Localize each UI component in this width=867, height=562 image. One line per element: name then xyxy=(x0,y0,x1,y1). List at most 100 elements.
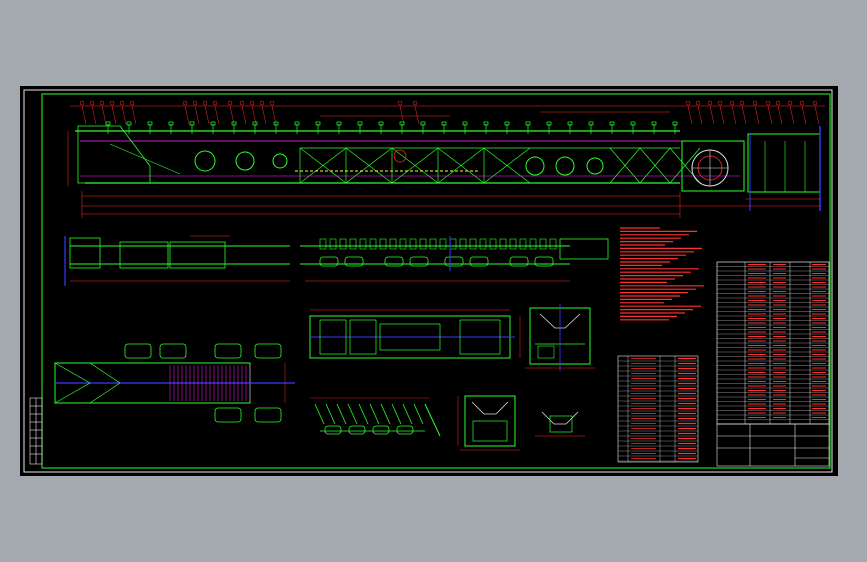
chain-idler-arm xyxy=(336,403,347,425)
plan-idler xyxy=(389,238,397,250)
plan-view xyxy=(64,235,609,286)
main-elevation-view xyxy=(67,100,825,218)
plan-idler xyxy=(489,238,497,250)
part-balloon xyxy=(79,100,85,106)
part-balloon xyxy=(227,100,233,106)
plan-idler xyxy=(509,238,517,250)
leader-line xyxy=(801,105,807,125)
technical-notes xyxy=(620,227,704,321)
section-view-b xyxy=(457,395,520,451)
leader-line xyxy=(111,105,117,125)
leader-line xyxy=(719,105,725,125)
track-wheel xyxy=(344,256,364,267)
leader-line xyxy=(91,105,97,125)
crawler-wheel xyxy=(214,407,242,423)
title-block-table xyxy=(716,423,830,467)
track-wheel xyxy=(509,256,529,267)
part-balloon xyxy=(397,100,403,106)
leader-line xyxy=(814,105,820,125)
leader-line xyxy=(214,105,220,125)
crawler-wheel xyxy=(214,343,242,359)
part-balloon xyxy=(202,100,208,106)
part-balloon xyxy=(812,100,818,106)
leader-line xyxy=(777,105,783,125)
plan-idler xyxy=(439,238,447,250)
crawler-wheel xyxy=(159,343,187,359)
track-wheel xyxy=(444,256,464,267)
part-balloon xyxy=(799,100,805,106)
track-wheel xyxy=(319,256,339,267)
leader-line xyxy=(709,105,715,125)
track-wheel xyxy=(409,256,429,267)
part-balloon xyxy=(212,100,218,106)
chain-idler-arm xyxy=(402,403,413,425)
crawler-wheel xyxy=(254,407,282,423)
plan-idler xyxy=(449,238,457,250)
part-balloon xyxy=(787,100,793,106)
part-balloon xyxy=(239,100,245,106)
leader-line xyxy=(251,105,257,125)
plan-idler xyxy=(329,238,337,250)
chain-wheel xyxy=(396,425,414,435)
plan-idler xyxy=(519,238,527,250)
chain-idler-arm xyxy=(347,403,358,425)
leader-line xyxy=(271,105,277,125)
part-balloon xyxy=(412,100,418,106)
part-balloon xyxy=(259,100,265,106)
part-balloon xyxy=(129,100,135,106)
chain-idler-arm xyxy=(358,403,369,425)
leader-line xyxy=(399,105,405,125)
leader-line xyxy=(261,105,267,125)
leader-line xyxy=(754,105,760,125)
idler-chain-view xyxy=(310,397,441,437)
chain-idler-arm xyxy=(314,403,325,425)
component-table xyxy=(617,355,699,463)
leader-line xyxy=(731,105,737,125)
crawler-wheel xyxy=(254,343,282,359)
leader-line xyxy=(229,105,235,125)
revision-strip xyxy=(29,397,43,465)
leader-line xyxy=(687,105,693,125)
plan-idler xyxy=(499,238,507,250)
plan-idler xyxy=(419,238,427,250)
plan-idler xyxy=(549,238,557,250)
chain-idler-arm xyxy=(391,403,402,425)
leader-line xyxy=(767,105,773,125)
track-wheel xyxy=(384,256,404,267)
leader-line xyxy=(204,105,210,125)
plan-idler xyxy=(429,238,437,250)
leader-line xyxy=(194,105,200,125)
leader-line xyxy=(697,105,703,125)
track-wheel xyxy=(534,256,554,267)
chain-idler-arm xyxy=(325,403,336,425)
part-balloon xyxy=(717,100,723,106)
chain-wheel xyxy=(324,425,342,435)
parts-list-table xyxy=(716,261,830,425)
leader-line xyxy=(184,105,190,125)
part-balloon xyxy=(109,100,115,106)
plan-idler xyxy=(479,238,487,250)
part-balloon xyxy=(729,100,735,106)
plan-idler xyxy=(379,238,387,250)
plan-idler xyxy=(469,238,477,250)
part-balloon xyxy=(192,100,198,106)
part-balloon xyxy=(249,100,255,106)
plan-idler xyxy=(319,238,327,250)
tail-pulley-drum xyxy=(681,140,745,192)
leader-line xyxy=(241,105,247,125)
frame-plan-view xyxy=(54,343,295,423)
plan-idler xyxy=(349,238,357,250)
leader-line xyxy=(789,105,795,125)
leader-line xyxy=(121,105,127,125)
cad-viewport[interactable] xyxy=(20,86,838,476)
part-balloon xyxy=(182,100,188,106)
plan-idler xyxy=(399,238,407,250)
plan-idler xyxy=(539,238,547,250)
part-balloon xyxy=(739,100,745,106)
chain-wheel xyxy=(372,425,390,435)
track-wheel xyxy=(469,256,489,267)
plan-idler xyxy=(529,238,537,250)
plan-idler xyxy=(409,238,417,250)
leader-line xyxy=(101,105,107,125)
part-balloon xyxy=(765,100,771,106)
